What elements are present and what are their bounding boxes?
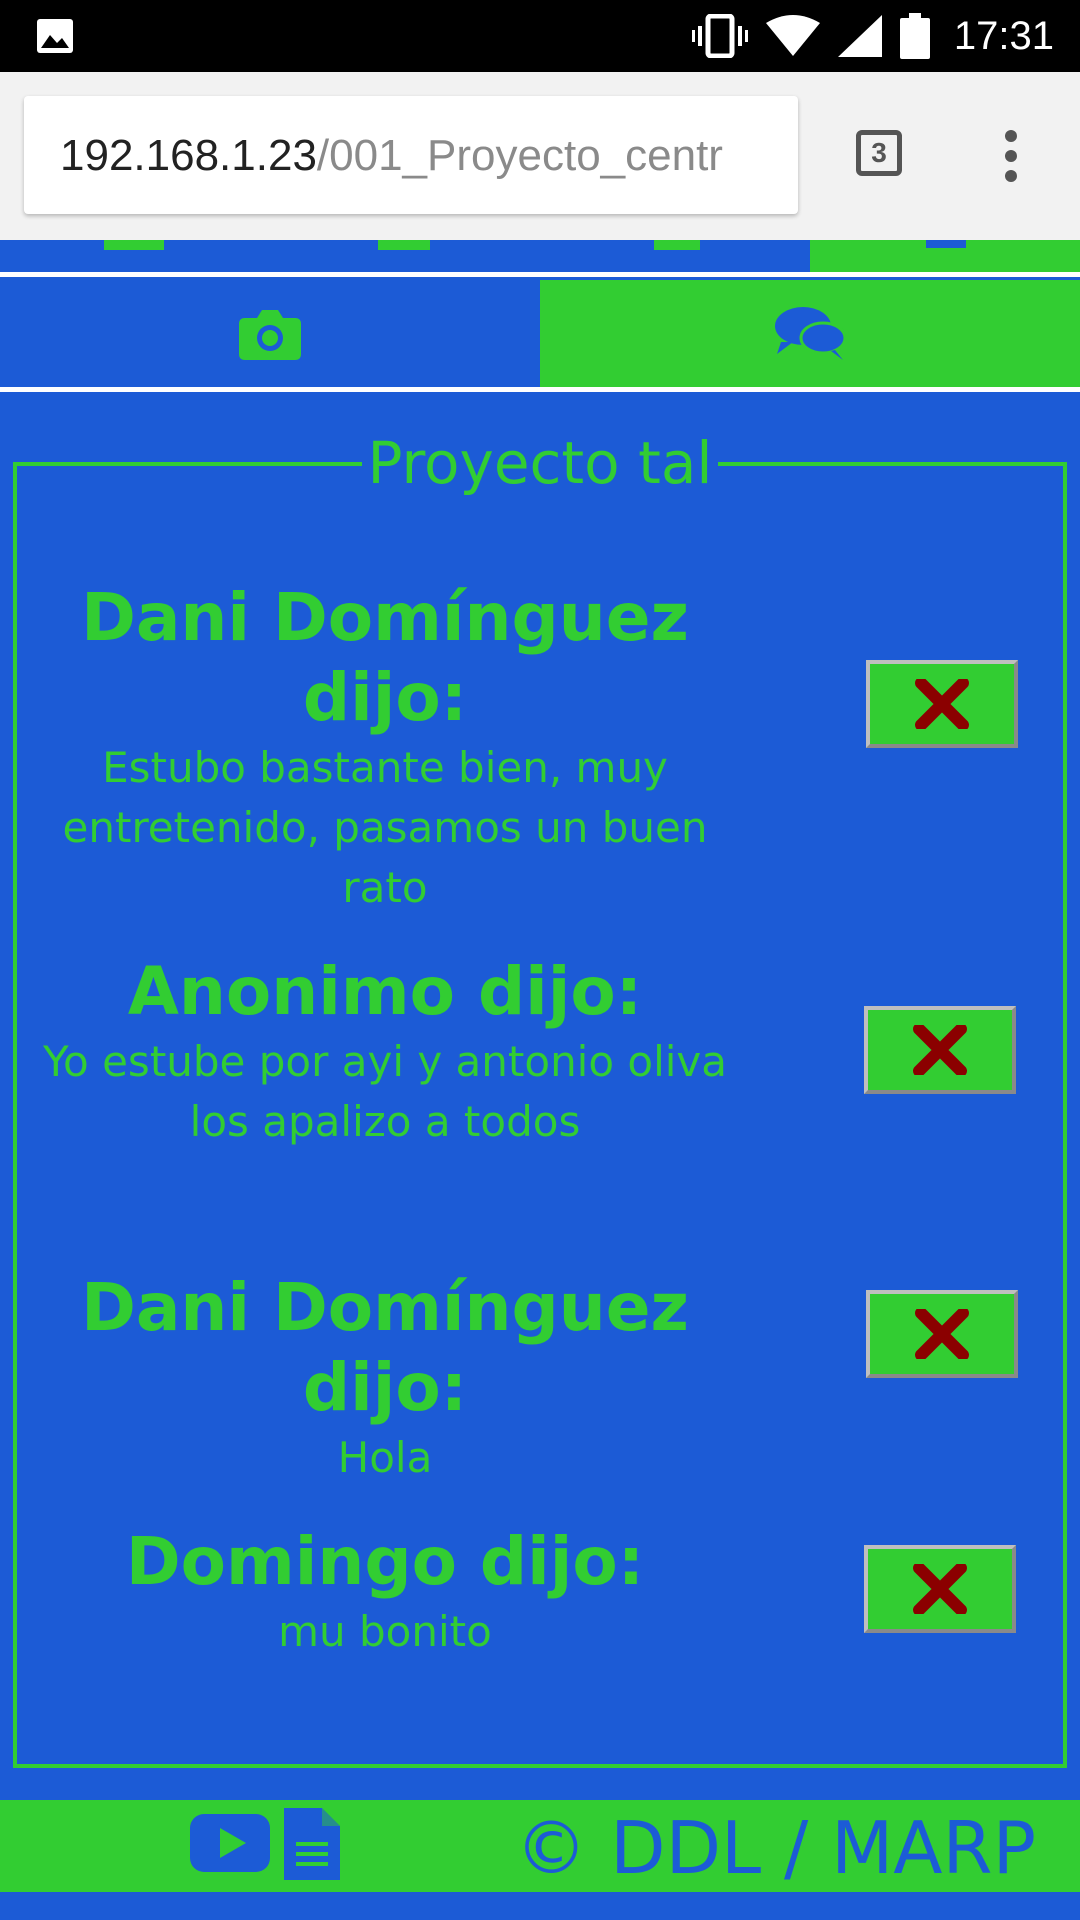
camera-icon — [239, 310, 301, 360]
delete-comment-button[interactable] — [864, 1006, 1016, 1094]
url-bar[interactable]: 192.168.1.23/001_Proyecto_centr — [24, 96, 798, 214]
nav-icon-stub — [378, 240, 430, 250]
copyright-text: © DDL / MARP — [515, 1806, 1036, 1890]
delete-x-icon — [915, 679, 969, 729]
delete-x-icon — [913, 1025, 967, 1075]
url-text[interactable]: 192.168.1.23/001_Proyecto_centr — [60, 130, 760, 182]
comment-text: Estubo bastante bien, muy entretenido, p… — [62, 743, 708, 912]
comment-author: Anonimo dijo: — [127, 953, 643, 1030]
comment-author: Domingo dijo: — [125, 1523, 645, 1600]
tab-switcher-button[interactable]: 3 — [856, 130, 902, 176]
delete-comment-button[interactable] — [866, 1290, 1018, 1378]
nav-icon-stub — [104, 240, 164, 250]
signal-icon — [838, 15, 882, 57]
delete-x-icon — [915, 1309, 969, 1359]
url-host: 192.168.1.23 — [60, 131, 317, 180]
comment-author: Dani Domínguez dijo: — [81, 579, 689, 736]
comment-author: Dani Domínguez dijo: — [81, 1269, 689, 1426]
url-path: /001_Proyecto_centr — [316, 131, 723, 180]
panel-title-text: Proyecto tal — [361, 429, 719, 497]
panel-title: Proyecto tal — [0, 428, 1080, 498]
tab-photos[interactable] — [0, 280, 540, 388]
vibrate-icon — [692, 14, 748, 58]
gallery-notification-icon — [37, 19, 73, 53]
comment-item: Dani Domínguez dijo: Estubo bastante bie… — [30, 578, 740, 918]
divider — [0, 387, 1080, 392]
comment-text: Yo estube por ayi y antonio oliva los ap… — [42, 1037, 728, 1146]
status-time: 17:31 — [953, 14, 1054, 58]
comment-item: Dani Domínguez dijo: Hola — [30, 1268, 740, 1488]
battery-icon — [900, 13, 930, 59]
delete-comment-button[interactable] — [866, 660, 1018, 748]
overflow-menu-icon[interactable] — [1000, 130, 1022, 190]
status-icons — [692, 13, 930, 59]
tab-comments[interactable] — [540, 280, 1080, 388]
top-nav-strip — [0, 240, 1080, 274]
youtube-icon[interactable] — [190, 1814, 270, 1872]
comment-text: Hola — [337, 1433, 433, 1482]
divider — [0, 272, 1080, 277]
comment-text: mu bonito — [278, 1607, 492, 1656]
nav-icon-stub — [654, 240, 700, 250]
nav-item-active[interactable] — [810, 240, 1080, 274]
delete-comment-button[interactable] — [864, 1545, 1016, 1633]
section-tabs — [0, 280, 1080, 388]
wifi-icon — [766, 15, 820, 56]
browser-toolbar: 192.168.1.23/001_Proyecto_centr 3 — [0, 72, 1080, 240]
footer: © DDL / MARP — [0, 1800, 1080, 1892]
document-icon[interactable] — [284, 1808, 340, 1880]
comments-icon — [775, 307, 845, 360]
comment-item: Anonimo dijo: Yo estube por ayi y antoni… — [30, 952, 740, 1152]
status-bar: 17:31 — [0, 0, 1080, 72]
delete-x-icon — [913, 1564, 967, 1614]
comment-item: Domingo dijo: mu bonito — [30, 1522, 740, 1662]
